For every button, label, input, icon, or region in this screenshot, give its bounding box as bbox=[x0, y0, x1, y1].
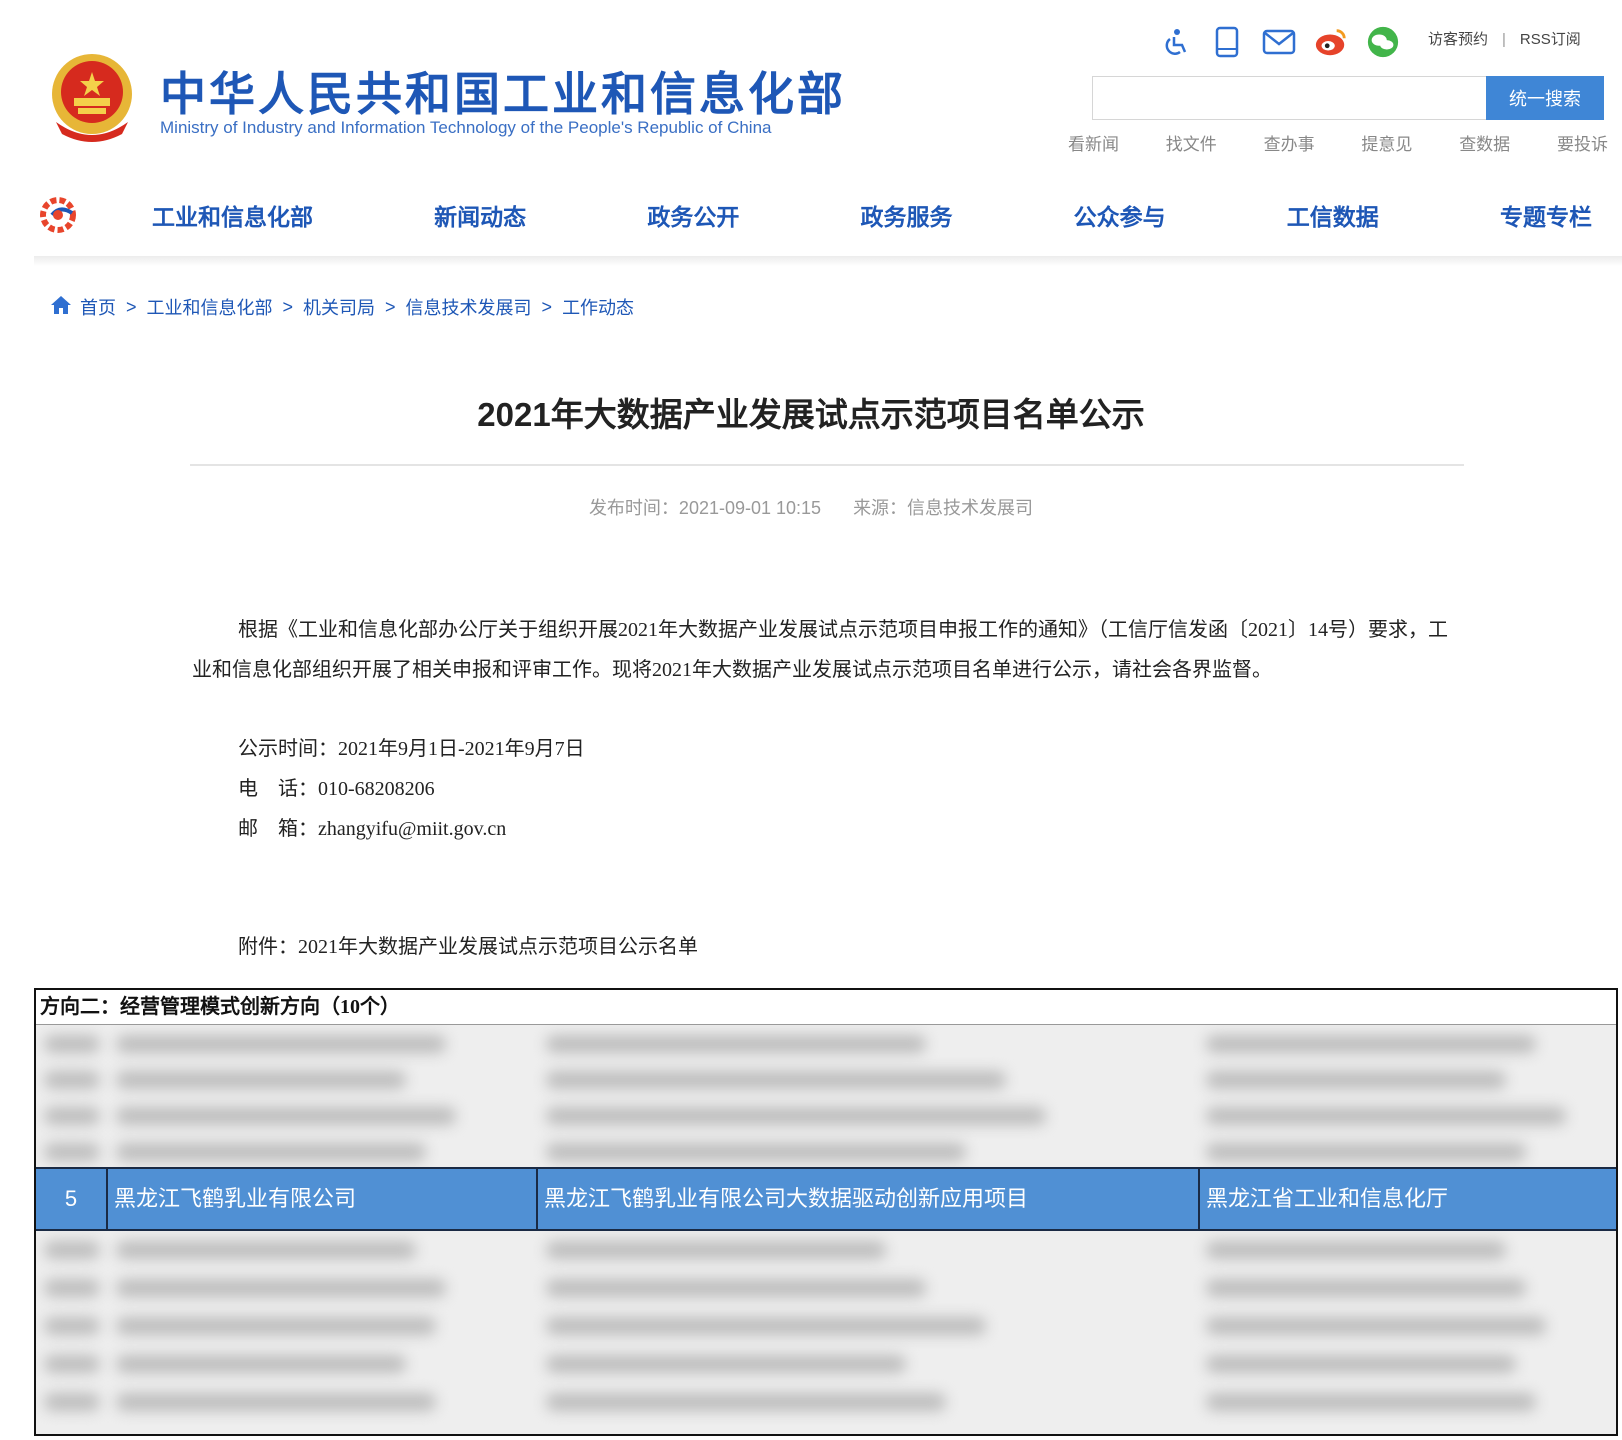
mobile-icon[interactable] bbox=[1210, 25, 1244, 59]
home-icon[interactable] bbox=[50, 295, 72, 320]
contact-email: 邮 箱：zhangyifu@miit.gov.cn bbox=[238, 818, 507, 840]
divider: | bbox=[1502, 31, 1506, 48]
breadcrumb-ministry[interactable]: 工业和信息化部 bbox=[147, 294, 273, 320]
nav-item-data[interactable]: 工信数据 bbox=[1287, 198, 1379, 232]
project-list-table: 方向二：经营管理模式创新方向（10个） 5 黑龙江飞鹤乳业有限公司 黑龙江飞鹤乳… bbox=[34, 988, 1618, 1436]
nav-divider bbox=[34, 256, 1622, 266]
national-emblem-logo[interactable] bbox=[46, 52, 138, 144]
table-section-heading: 方向二：经营管理模式创新方向（10个） bbox=[36, 990, 1616, 1025]
article-title: 2021年大数据产业发展试点示范项目名单公示 bbox=[477, 396, 1145, 433]
row-number: 5 bbox=[64, 1186, 78, 1211]
breadcrumb-departments[interactable]: 机关司局 bbox=[303, 294, 375, 320]
attachment-link[interactable]: 附件：2021年大数据产业发展试点示范项目公示名单 bbox=[238, 930, 698, 959]
article-paragraph: 根据《工业和信息化部办公厅关于组织开展2021年大数据产业发展试点示范项目申报工… bbox=[192, 619, 1448, 681]
row-project: 黑龙江飞鹤乳业有限公司大数据驱动创新应用项目 bbox=[544, 1186, 1029, 1211]
table-row-highlighted: 5 黑龙江飞鹤乳业有限公司 黑龙江飞鹤乳业有限公司大数据驱动创新应用项目 黑龙江… bbox=[36, 1167, 1616, 1231]
nav-item-news[interactable]: 新闻动态 bbox=[434, 198, 526, 232]
search-input[interactable] bbox=[1093, 77, 1486, 119]
nav-item-gov-affairs[interactable]: 政务公开 bbox=[647, 198, 739, 232]
article-source: 来源：信息技术发展司 bbox=[853, 498, 1034, 518]
quick-link-files[interactable]: 找文件 bbox=[1166, 130, 1217, 155]
quick-link-complaint[interactable]: 要投诉 bbox=[1557, 130, 1608, 155]
rss-link[interactable]: RSS订阅 bbox=[1520, 31, 1581, 48]
quick-link-news[interactable]: 看新闻 bbox=[1068, 130, 1119, 155]
breadcrumb-separator: > bbox=[282, 296, 294, 317]
blurred-rows-top bbox=[36, 1025, 1616, 1167]
contact-phone: 电 话：010-68208206 bbox=[238, 778, 435, 800]
breadcrumb-home[interactable]: 首页 bbox=[80, 294, 116, 320]
nav-item-ministry[interactable]: 工业和信息化部 bbox=[152, 198, 313, 232]
quick-link-data[interactable]: 查数据 bbox=[1459, 130, 1510, 155]
quick-link-services[interactable]: 查办事 bbox=[1264, 130, 1315, 155]
mail-icon[interactable] bbox=[1262, 25, 1296, 59]
nav-item-topics[interactable]: 专题专栏 bbox=[1500, 198, 1592, 232]
blurred-rows-bottom bbox=[36, 1231, 1616, 1434]
notice-period: 公示时间：2021年9月1日-2021年9月7日 bbox=[238, 738, 585, 760]
wechat-icon[interactable] bbox=[1366, 25, 1400, 59]
weibo-icon[interactable] bbox=[1314, 25, 1348, 59]
top-icon-bar bbox=[1158, 22, 1400, 62]
site-title[interactable]: 中华人民共和国工业和信息化部 bbox=[160, 58, 846, 124]
top-links: 访客预约 | RSS订阅 bbox=[1428, 28, 1581, 49]
cell-divider bbox=[106, 1169, 108, 1229]
miit-logo-icon[interactable] bbox=[38, 195, 98, 235]
nav-item-gov-services[interactable]: 政务服务 bbox=[860, 198, 952, 232]
cell-divider bbox=[1198, 1169, 1200, 1229]
breadcrumb-it-dept[interactable]: 信息技术发展司 bbox=[406, 294, 532, 320]
breadcrumb-work-news[interactable]: 工作动态 bbox=[562, 294, 634, 320]
visitor-booking-link[interactable]: 访客预约 bbox=[1428, 31, 1488, 48]
breadcrumb: 首页 > 工业和信息化部 > 机关司局 > 信息技术发展司 > 工作动态 bbox=[50, 294, 634, 320]
breadcrumb-separator: > bbox=[541, 296, 553, 317]
quick-links: 看新闻 找文件 查办事 提意见 查数据 要投诉 bbox=[1068, 130, 1608, 155]
site-subtitle: Ministry of Industry and Information Tec… bbox=[160, 118, 772, 137]
cell-divider bbox=[536, 1169, 538, 1229]
row-recommender: 黑龙江省工业和信息化厅 bbox=[1206, 1186, 1449, 1211]
search-button[interactable]: 统一搜索 bbox=[1486, 76, 1604, 120]
main-nav: 工业和信息化部 新闻动态 政务公开 政务服务 公众参与 工信数据 专题专栏 bbox=[34, 178, 1622, 252]
article-meta: 发布时间：2021-09-01 10:15 来源：信息技术发展司 bbox=[0, 494, 1622, 520]
title-divider bbox=[190, 464, 1464, 466]
nav-item-public-participation[interactable]: 公众参与 bbox=[1074, 198, 1166, 232]
breadcrumb-separator: > bbox=[126, 296, 137, 317]
publish-time: 发布时间：2021-09-01 10:15 bbox=[588, 498, 822, 518]
quick-link-feedback[interactable]: 提意见 bbox=[1361, 130, 1412, 155]
accessibility-icon[interactable] bbox=[1158, 25, 1192, 59]
row-company: 黑龙江飞鹤乳业有限公司 bbox=[114, 1186, 357, 1211]
breadcrumb-separator: > bbox=[385, 296, 396, 317]
search-input-wrapper bbox=[1092, 76, 1486, 120]
